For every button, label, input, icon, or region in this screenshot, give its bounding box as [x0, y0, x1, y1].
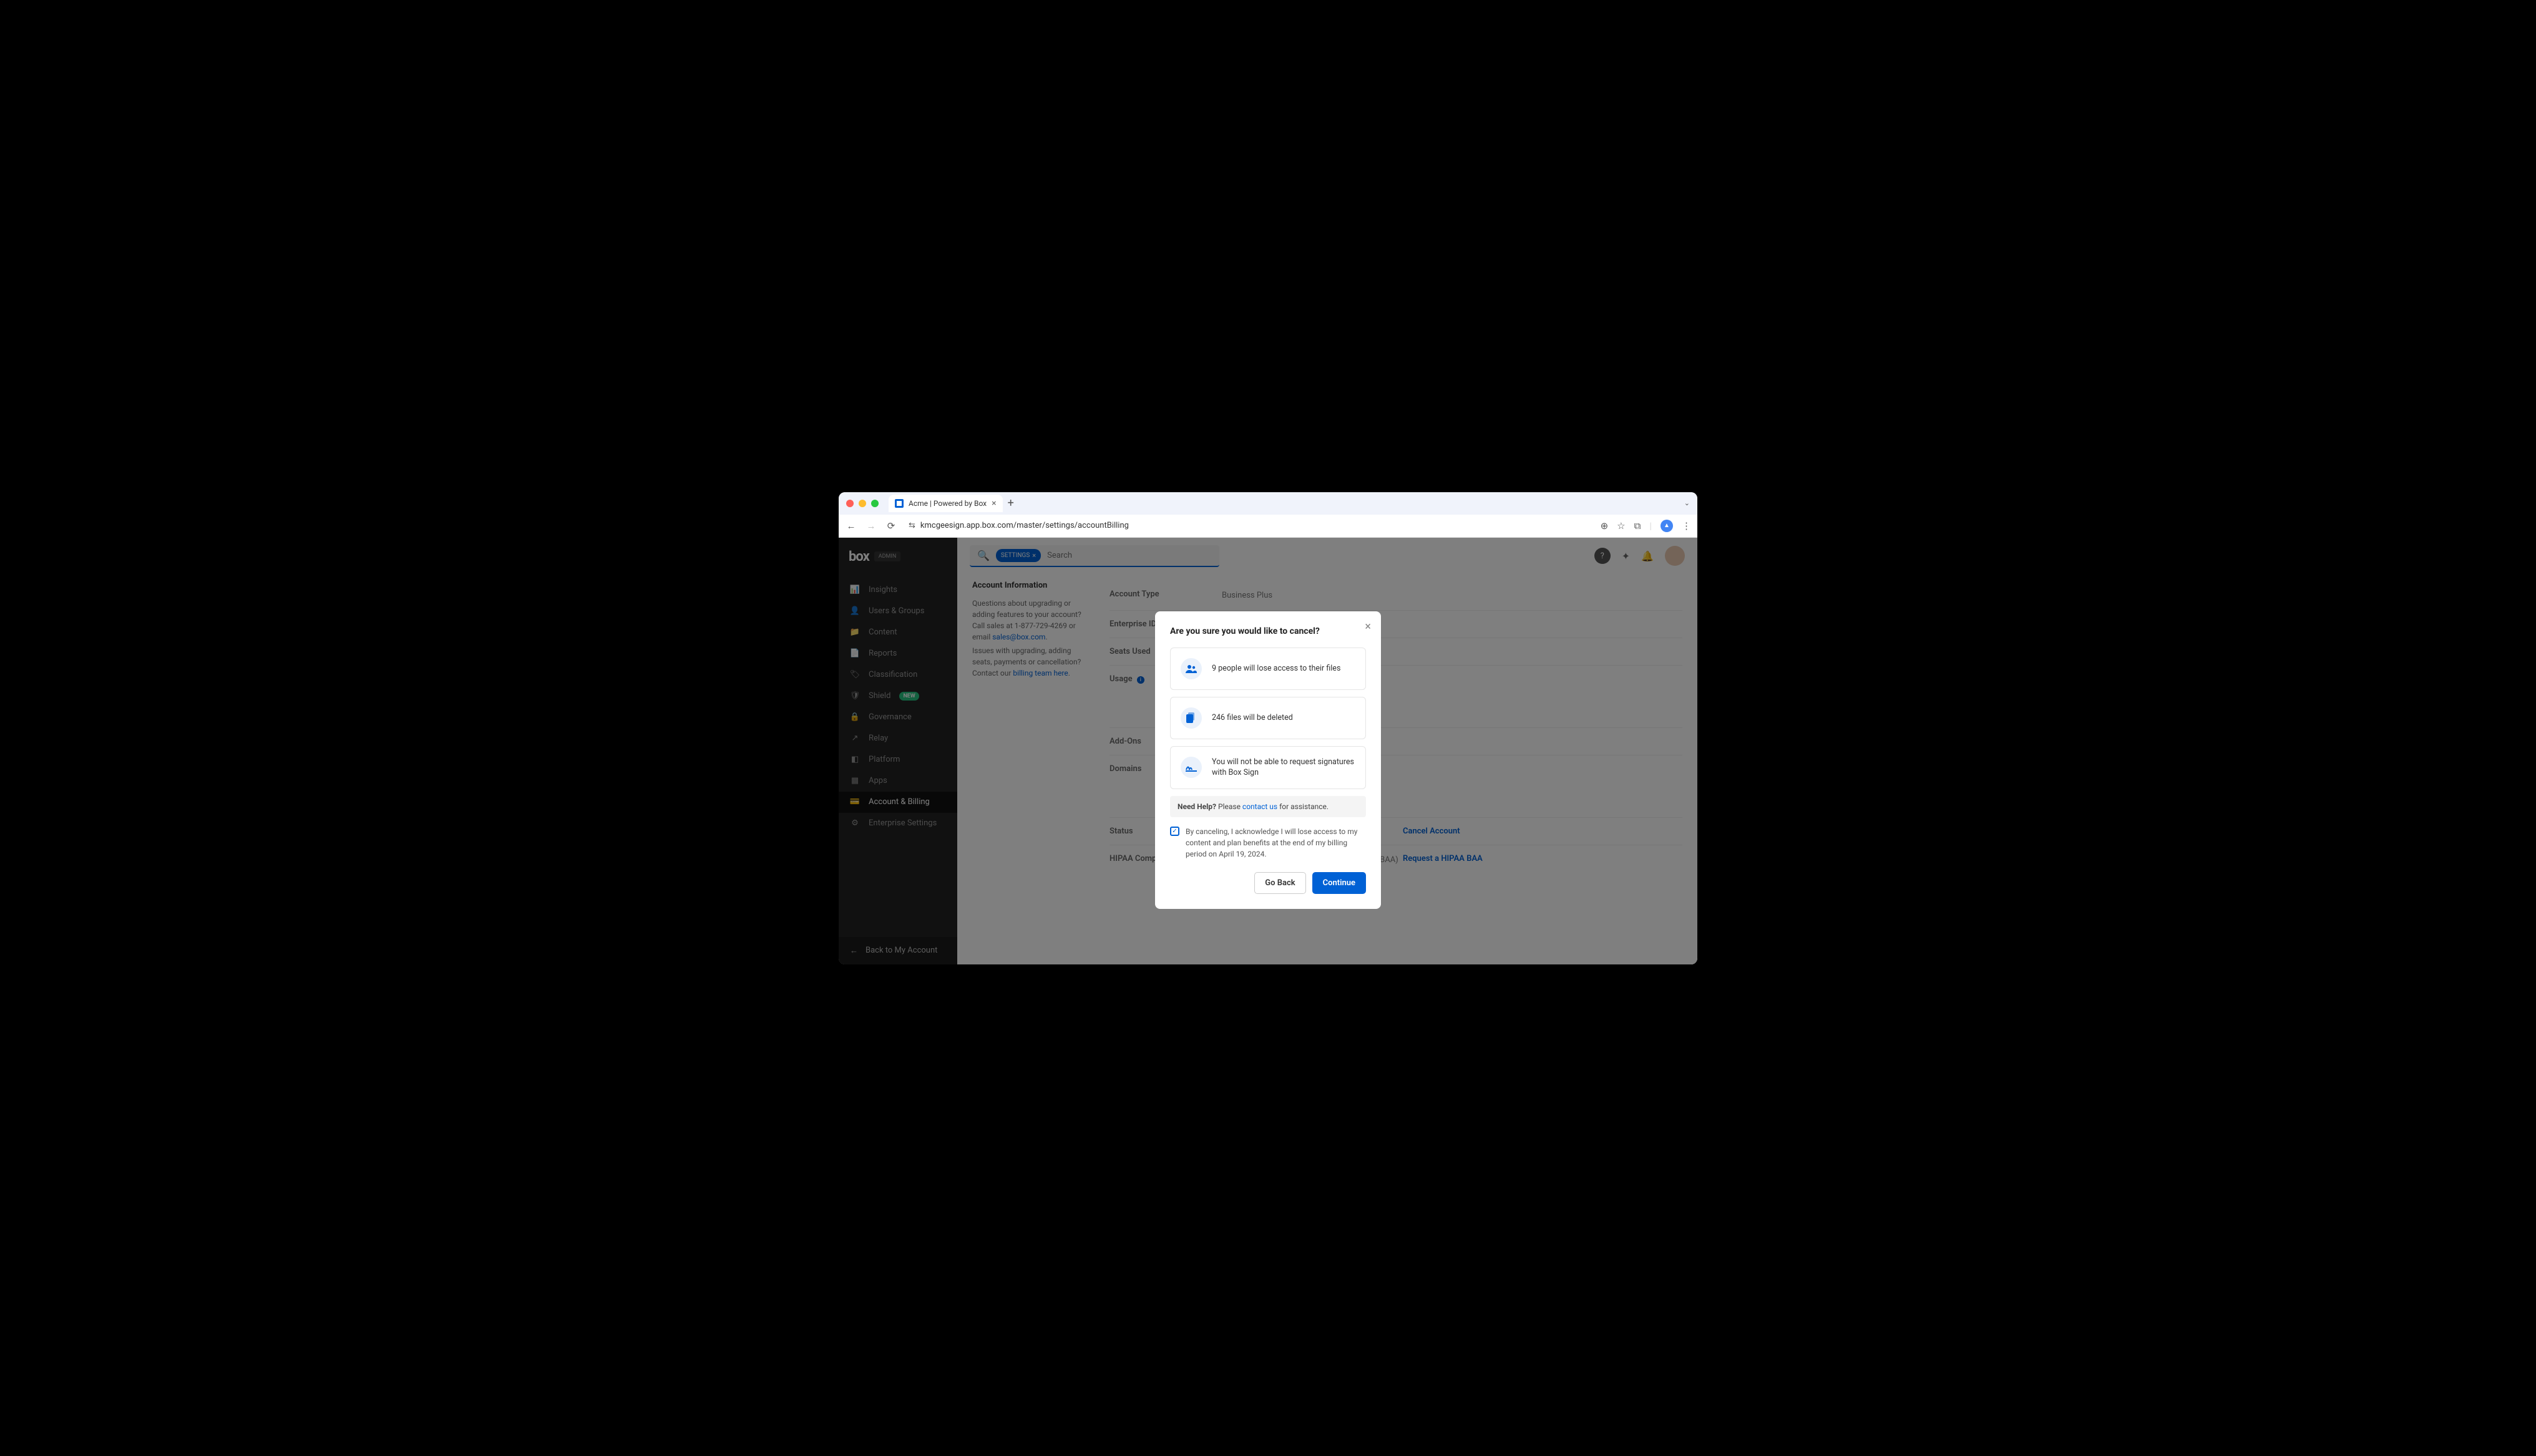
- acknowledge-text: By canceling, I acknowledge I will lose …: [1186, 826, 1366, 860]
- modal-close-icon[interactable]: ×: [1365, 620, 1371, 633]
- new-tab-button[interactable]: +: [1008, 497, 1014, 510]
- tabs-dropdown-icon[interactable]: ⌄: [1684, 499, 1690, 507]
- warning-card-sign: You will not be able to request signatur…: [1170, 746, 1366, 789]
- site-info-icon[interactable]: ⇆: [909, 521, 915, 530]
- tab-close-icon[interactable]: ×: [992, 498, 996, 508]
- nav-reload-icon[interactable]: ⟳: [885, 520, 897, 531]
- nav-back-icon[interactable]: ←: [845, 520, 857, 531]
- bookmark-icon[interactable]: ☆: [1617, 520, 1625, 531]
- people-icon: [1181, 658, 1202, 679]
- signature-icon: [1181, 757, 1202, 778]
- continue-button[interactable]: Continue: [1312, 872, 1366, 894]
- nav-forward-icon[interactable]: →: [865, 520, 877, 531]
- go-back-button[interactable]: Go Back: [1254, 872, 1305, 894]
- files-icon: [1181, 707, 1202, 729]
- warning-text: 246 files will be deleted: [1212, 712, 1293, 724]
- box-favicon-icon: [895, 499, 904, 508]
- url-text: kmcgeesign.app.box.com/master/settings/a…: [920, 521, 1129, 530]
- extensions-icon[interactable]: ⧉: [1634, 520, 1641, 531]
- browser-chrome: Acme | Powered by Box × + ⌄ ← → ⟳ ⇆ kmcg…: [839, 492, 1697, 538]
- acknowledge-checkbox[interactable]: ✓: [1170, 827, 1179, 836]
- window-minimize[interactable]: [859, 500, 866, 507]
- modal-title: Are you sure you would like to cancel?: [1170, 626, 1366, 636]
- chrome-menu-icon[interactable]: ⋮: [1682, 520, 1691, 531]
- cancel-confirm-modal: × Are you sure you would like to cancel?…: [1155, 611, 1381, 909]
- zoom-icon[interactable]: ⊕: [1601, 520, 1609, 531]
- profile-icon[interactable]: ▲: [1661, 520, 1673, 532]
- window-maximize[interactable]: [871, 500, 879, 507]
- modal-overlay: × Are you sure you would like to cancel?…: [839, 538, 1697, 964]
- warning-text: You will not be able to request signatur…: [1212, 757, 1355, 779]
- warning-text: 9 people will lose access to their files: [1212, 663, 1340, 674]
- warning-card-files: 246 files will be deleted: [1170, 697, 1366, 739]
- help-box: Need Help? Please contact us for assista…: [1170, 796, 1366, 817]
- window-close[interactable]: [846, 500, 854, 507]
- browser-tab[interactable]: Acme | Powered by Box ×: [889, 495, 1003, 512]
- warning-card-people: 9 people will lose access to their files: [1170, 648, 1366, 690]
- address-bar[interactable]: ⇆ kmcgeesign.app.box.com/master/settings…: [905, 521, 1593, 530]
- contact-us-link[interactable]: contact us: [1242, 802, 1277, 811]
- tab-title: Acme | Powered by Box: [909, 499, 987, 508]
